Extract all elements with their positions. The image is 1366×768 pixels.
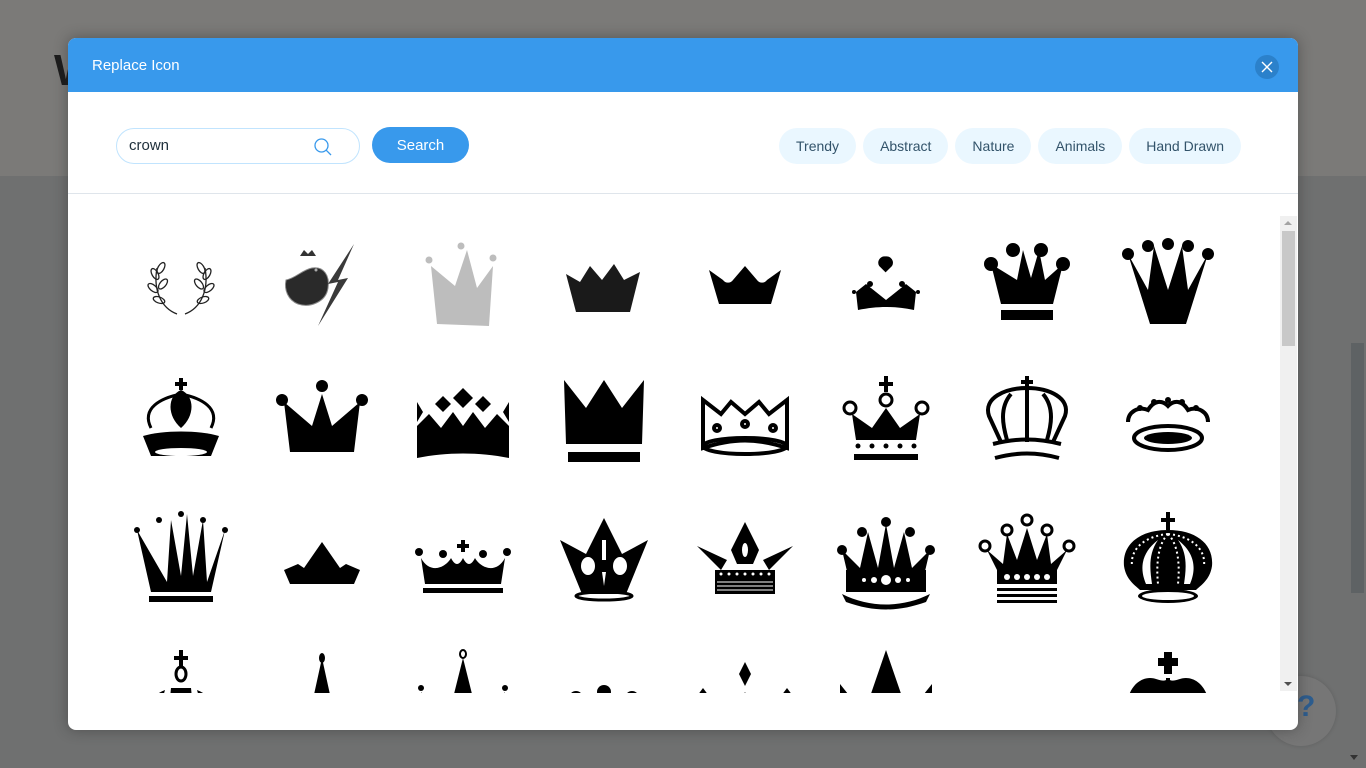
outline-arched-crown-icon [985, 376, 1068, 460]
icon-result-item[interactable] [533, 215, 674, 353]
outline-diamond-crown-icon [700, 395, 789, 456]
ornate-spike-crown-icon [559, 518, 648, 602]
dialog-title: Replace Icon [92, 57, 180, 74]
background-scrollbar [1351, 343, 1364, 593]
pearl-tiara-icon [1125, 397, 1210, 452]
icon-result-item[interactable] [1097, 215, 1238, 353]
double-spike-crown-icon [417, 649, 508, 693]
crowned-bird-lightning-icon [284, 244, 354, 326]
icon-result-item[interactable] [1097, 491, 1238, 629]
background-caret-icon [1350, 755, 1358, 760]
icon-result-item[interactable] [392, 353, 533, 491]
dialog-header: Replace Icon [68, 38, 1298, 92]
close-button[interactable] [1255, 55, 1279, 79]
icon-result-item[interactable] [674, 215, 815, 353]
help-icon: ? [1297, 690, 1316, 723]
icon-grid [110, 215, 1238, 693]
scroll-up-arrow-icon[interactable] [1284, 221, 1292, 225]
results-scrollbar[interactable] [1280, 216, 1297, 691]
icon-result-item[interactable] [674, 491, 815, 629]
brush-crown-icon [565, 264, 640, 312]
diamond-crown-icon [416, 388, 509, 458]
icon-result-item[interactable] [392, 215, 533, 353]
small-ball-crown-icon [570, 685, 637, 693]
icon-result-item[interactable] [110, 215, 251, 353]
small-peak-crown-icon [283, 542, 360, 584]
category-chip-nature[interactable]: Nature [955, 128, 1032, 164]
search-icon[interactable] [313, 137, 333, 157]
heart-crown-icon [851, 256, 920, 310]
icon-result-item[interactable] [392, 629, 533, 693]
laurel-wreath-icon [146, 261, 215, 315]
icon-result-item[interactable] [674, 629, 815, 693]
cross-pearl-crown-icon [414, 540, 511, 593]
icon-result-item[interactable] [533, 629, 674, 693]
lattice-crown-icon [977, 648, 1077, 693]
five-ball-crown-icon [1121, 238, 1214, 324]
category-chip-hand-drawn[interactable]: Hand Drawn [1129, 128, 1242, 164]
hand-drawn-gray-crown-icon [425, 242, 496, 326]
replace-icon-dialog: Replace Icon Search Trendy Abstract Natu… [68, 38, 1298, 730]
orb-cross-crown-icon [142, 378, 219, 456]
three-ball-crown-icon [275, 380, 368, 452]
close-icon [1261, 61, 1273, 73]
icon-results [68, 195, 1298, 693]
icon-result-item[interactable] [1097, 353, 1238, 491]
category-chips: Trendy Abstract Nature Animals Hand Draw… [779, 128, 1242, 164]
icon-result-item[interactable] [815, 491, 956, 629]
scroll-down-arrow-icon[interactable] [1284, 682, 1292, 686]
search-input[interactable] [129, 137, 309, 154]
icon-result-item[interactable] [251, 629, 392, 693]
icon-result-item[interactable] [956, 629, 1097, 693]
scrollbar-thumb[interactable] [1282, 231, 1295, 346]
royal-cross-crown-icon [1129, 652, 1206, 693]
icon-result-item[interactable] [533, 491, 674, 629]
icon-result-item[interactable] [392, 491, 533, 629]
category-chip-animals[interactable]: Animals [1038, 128, 1123, 164]
icon-result-item[interactable] [674, 353, 815, 491]
category-chip-abstract[interactable]: Abstract [863, 128, 949, 164]
icon-result-item[interactable] [110, 629, 251, 693]
icon-result-item[interactable] [110, 491, 251, 629]
icon-result-item[interactable] [1097, 629, 1238, 693]
single-spike-crown-icon [313, 653, 330, 693]
category-chip-trendy[interactable]: Trendy [779, 128, 857, 164]
icon-result-item[interactable] [956, 491, 1097, 629]
spiked-crown-base-icon [563, 380, 644, 462]
icon-result-item[interactable] [956, 215, 1097, 353]
icon-result-item[interactable] [956, 353, 1097, 491]
search-toolbar: Search Trendy Abstract Nature Animals Ha… [68, 92, 1298, 194]
search-field[interactable] [116, 128, 360, 164]
icon-result-item[interactable] [251, 353, 392, 491]
diamond-tip-crown-icon [698, 662, 791, 693]
ring-ball-crown-icon [978, 513, 1075, 603]
icon-result-item[interactable] [110, 353, 251, 491]
winged-crown-icon [696, 522, 793, 594]
jeweled-ball-crown-icon [836, 517, 935, 610]
solid-block-crown-icon [839, 650, 932, 693]
imperial-pearl-crown-icon [1123, 512, 1212, 603]
icon-result-item[interactable] [251, 491, 392, 629]
orb-arch-crown-icon [158, 650, 203, 693]
icon-result-item[interactable] [533, 353, 674, 491]
icon-result-item[interactable] [815, 215, 956, 353]
cross-dotted-crown-icon [842, 376, 929, 460]
search-button[interactable]: Search [372, 127, 469, 163]
queen-crown-base-icon [983, 243, 1070, 320]
icon-result-item[interactable] [251, 215, 392, 353]
icon-result-item[interactable] [815, 629, 956, 693]
icon-result-item[interactable] [815, 353, 956, 491]
tall-spike-crown-icon [133, 511, 228, 602]
notched-crown-icon [708, 266, 781, 304]
